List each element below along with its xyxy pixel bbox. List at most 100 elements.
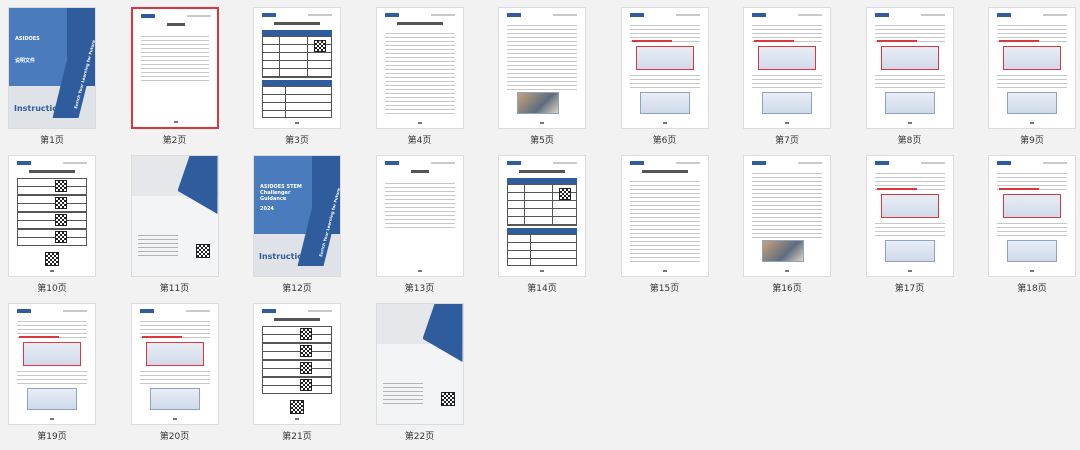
contact-row [262, 377, 332, 394]
page-preview[interactable] [253, 7, 341, 129]
text-lines [629, 22, 700, 42]
page-preview[interactable] [375, 155, 464, 277]
page-preview[interactable]: ASIDOES STEM Challenger Guidance 2024 Inst… [253, 155, 341, 277]
page-number-mark [662, 122, 667, 124]
cover-title: ASIDOES STEM Challenger Guidance [260, 184, 302, 202]
qr-code-icon [300, 345, 312, 357]
page-preview[interactable] [130, 303, 219, 425]
page-thumbnail[interactable]: 第6页 [620, 7, 709, 146]
text-lines [997, 170, 1067, 190]
highlighted-text [19, 336, 59, 338]
page-preview[interactable] [130, 7, 219, 129]
page-thumbnail[interactable]: 第4页 [375, 7, 464, 146]
qr-code-icon [55, 197, 67, 209]
page-label: 第22页 [404, 432, 435, 442]
page-thumbnail[interactable]: ASIDOES 说明文件 Instructions Enrich Your Learn… [8, 7, 96, 146]
cover-subtitle: 说明文件 [15, 58, 36, 64]
text-lines [507, 22, 577, 92]
toc-entries [140, 33, 209, 81]
qr-code-icon [290, 400, 304, 414]
page-thumbnail[interactable]: 第7页 [743, 7, 831, 146]
text-lines [139, 318, 210, 338]
page-number-mark [417, 122, 422, 124]
page-preview[interactable] [130, 155, 219, 277]
contact-row [17, 212, 87, 229]
page-preview[interactable] [620, 155, 709, 277]
screenshot-image [762, 92, 812, 114]
text-lines [752, 72, 822, 88]
page-title [29, 170, 75, 173]
page-header [629, 161, 700, 165]
page-thumbnail[interactable]: 第21页 [253, 303, 341, 442]
page-preview[interactable] [743, 155, 831, 277]
page-thumbnail[interactable]: 第19页 [8, 303, 96, 442]
page-preview[interactable]: ASIDOES 说明文件 Instructions Enrich Your Learn… [8, 7, 96, 129]
page-preview[interactable] [8, 155, 96, 277]
page-preview[interactable] [498, 155, 586, 277]
page-preview[interactable] [620, 7, 709, 129]
page-thumbnail[interactable]: 第5页 [498, 7, 586, 146]
page-preview[interactable] [743, 7, 831, 129]
page-preview[interactable] [375, 303, 464, 425]
page-thumbnail[interactable]: 第16页 [743, 155, 831, 294]
page-thumbnail[interactable]: 第22页 [375, 303, 464, 442]
text-lines [629, 72, 700, 88]
page-label: 第19页 [37, 432, 67, 442]
page-preview[interactable] [988, 7, 1076, 129]
page-thumbnail[interactable]: 第20页 [130, 303, 219, 442]
page-preview[interactable] [865, 155, 954, 277]
page-label: 第13页 [404, 284, 435, 294]
page-label: 第18页 [1017, 284, 1047, 294]
page-thumbnail[interactable]: 第2页 [130, 7, 219, 146]
qr-code-icon [55, 214, 67, 226]
page-thumbnail[interactable]: 第9页 [988, 7, 1076, 146]
page-thumbnail[interactable]: 第14页 [498, 155, 586, 294]
page-number-mark [907, 122, 912, 124]
qr-code-icon [195, 244, 210, 258]
toc-title [166, 23, 185, 26]
page-thumbnail[interactable]: 第8页 [865, 7, 954, 146]
highlighted-text [999, 188, 1039, 190]
page-label: 第2页 [162, 136, 187, 146]
qr-code-icon [300, 379, 312, 391]
screenshot-image [758, 46, 816, 70]
page-label: 第9页 [1020, 136, 1044, 146]
page-thumbnail[interactable]: 第13页 [375, 155, 464, 294]
page-preview[interactable] [375, 7, 464, 129]
qr-code-icon [300, 362, 312, 374]
page-title [274, 22, 320, 25]
page-preview[interactable] [865, 7, 954, 129]
page-preview[interactable] [253, 303, 341, 425]
text-lines [17, 318, 87, 338]
page-label: 第6页 [652, 136, 677, 146]
screenshot-image [1003, 46, 1061, 70]
page-thumbnail[interactable]: ASIDOES STEM Challenger Guidance 2024 Inst… [253, 155, 341, 294]
page-header [140, 14, 211, 18]
page-preview[interactable] [988, 155, 1076, 277]
page-number-mark [173, 121, 178, 123]
page-preview[interactable] [8, 303, 96, 425]
page-thumbnail[interactable]: 第15页 [620, 155, 709, 294]
text-lines [384, 30, 455, 114]
qr-code-icon [45, 252, 59, 266]
highlighted-text [754, 40, 794, 42]
page-thumbnail[interactable]: 第17页 [865, 155, 954, 294]
page-number-mark [540, 270, 544, 272]
page-thumbnail[interactable]: 第10页 [8, 155, 96, 294]
page-label: 第8页 [897, 136, 922, 146]
text-lines [874, 170, 945, 190]
schedule-table [262, 86, 332, 118]
contact-row [262, 360, 332, 377]
screenshot-image [884, 240, 935, 262]
page-header [384, 13, 455, 17]
page-label: 第15页 [649, 284, 680, 294]
contact-row [17, 195, 87, 212]
page-number-mark [295, 418, 299, 420]
screenshot-image [27, 388, 77, 410]
text-lines [752, 22, 822, 42]
page-thumbnail[interactable]: 第3页 [253, 7, 341, 146]
page-thumbnail[interactable]: 第11页 [130, 155, 219, 294]
page-preview[interactable] [498, 7, 586, 129]
text-lines [752, 170, 822, 240]
page-thumbnail[interactable]: 第18页 [988, 155, 1076, 294]
